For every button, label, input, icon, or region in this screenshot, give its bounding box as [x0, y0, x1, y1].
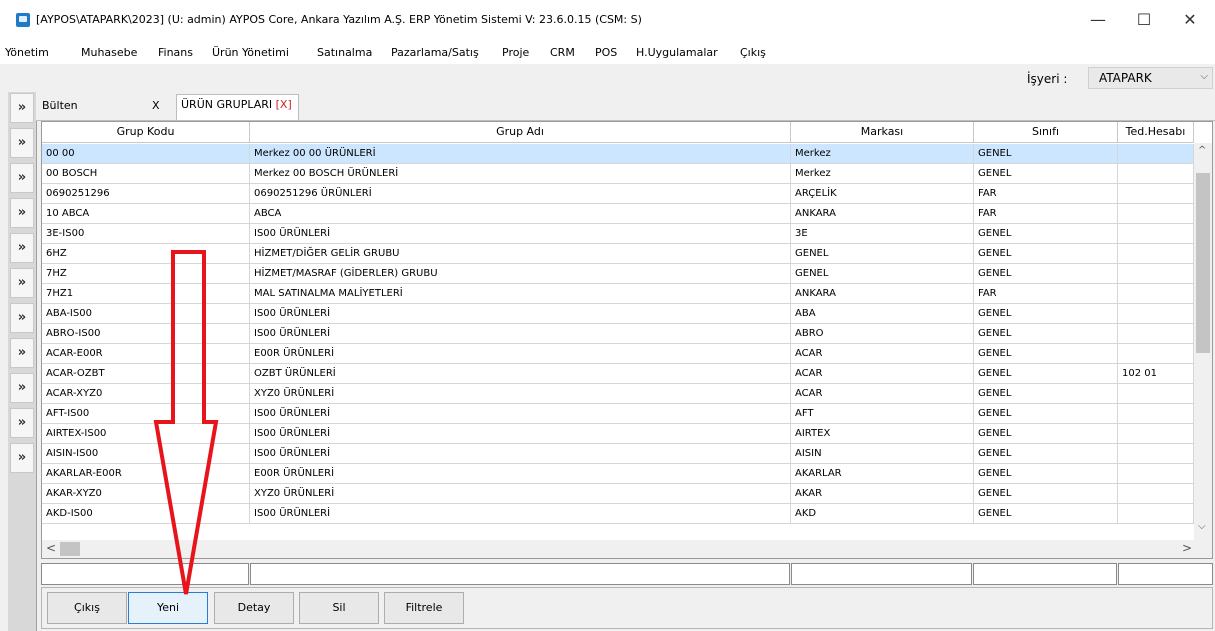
annotation-arrow — [153, 250, 219, 595]
